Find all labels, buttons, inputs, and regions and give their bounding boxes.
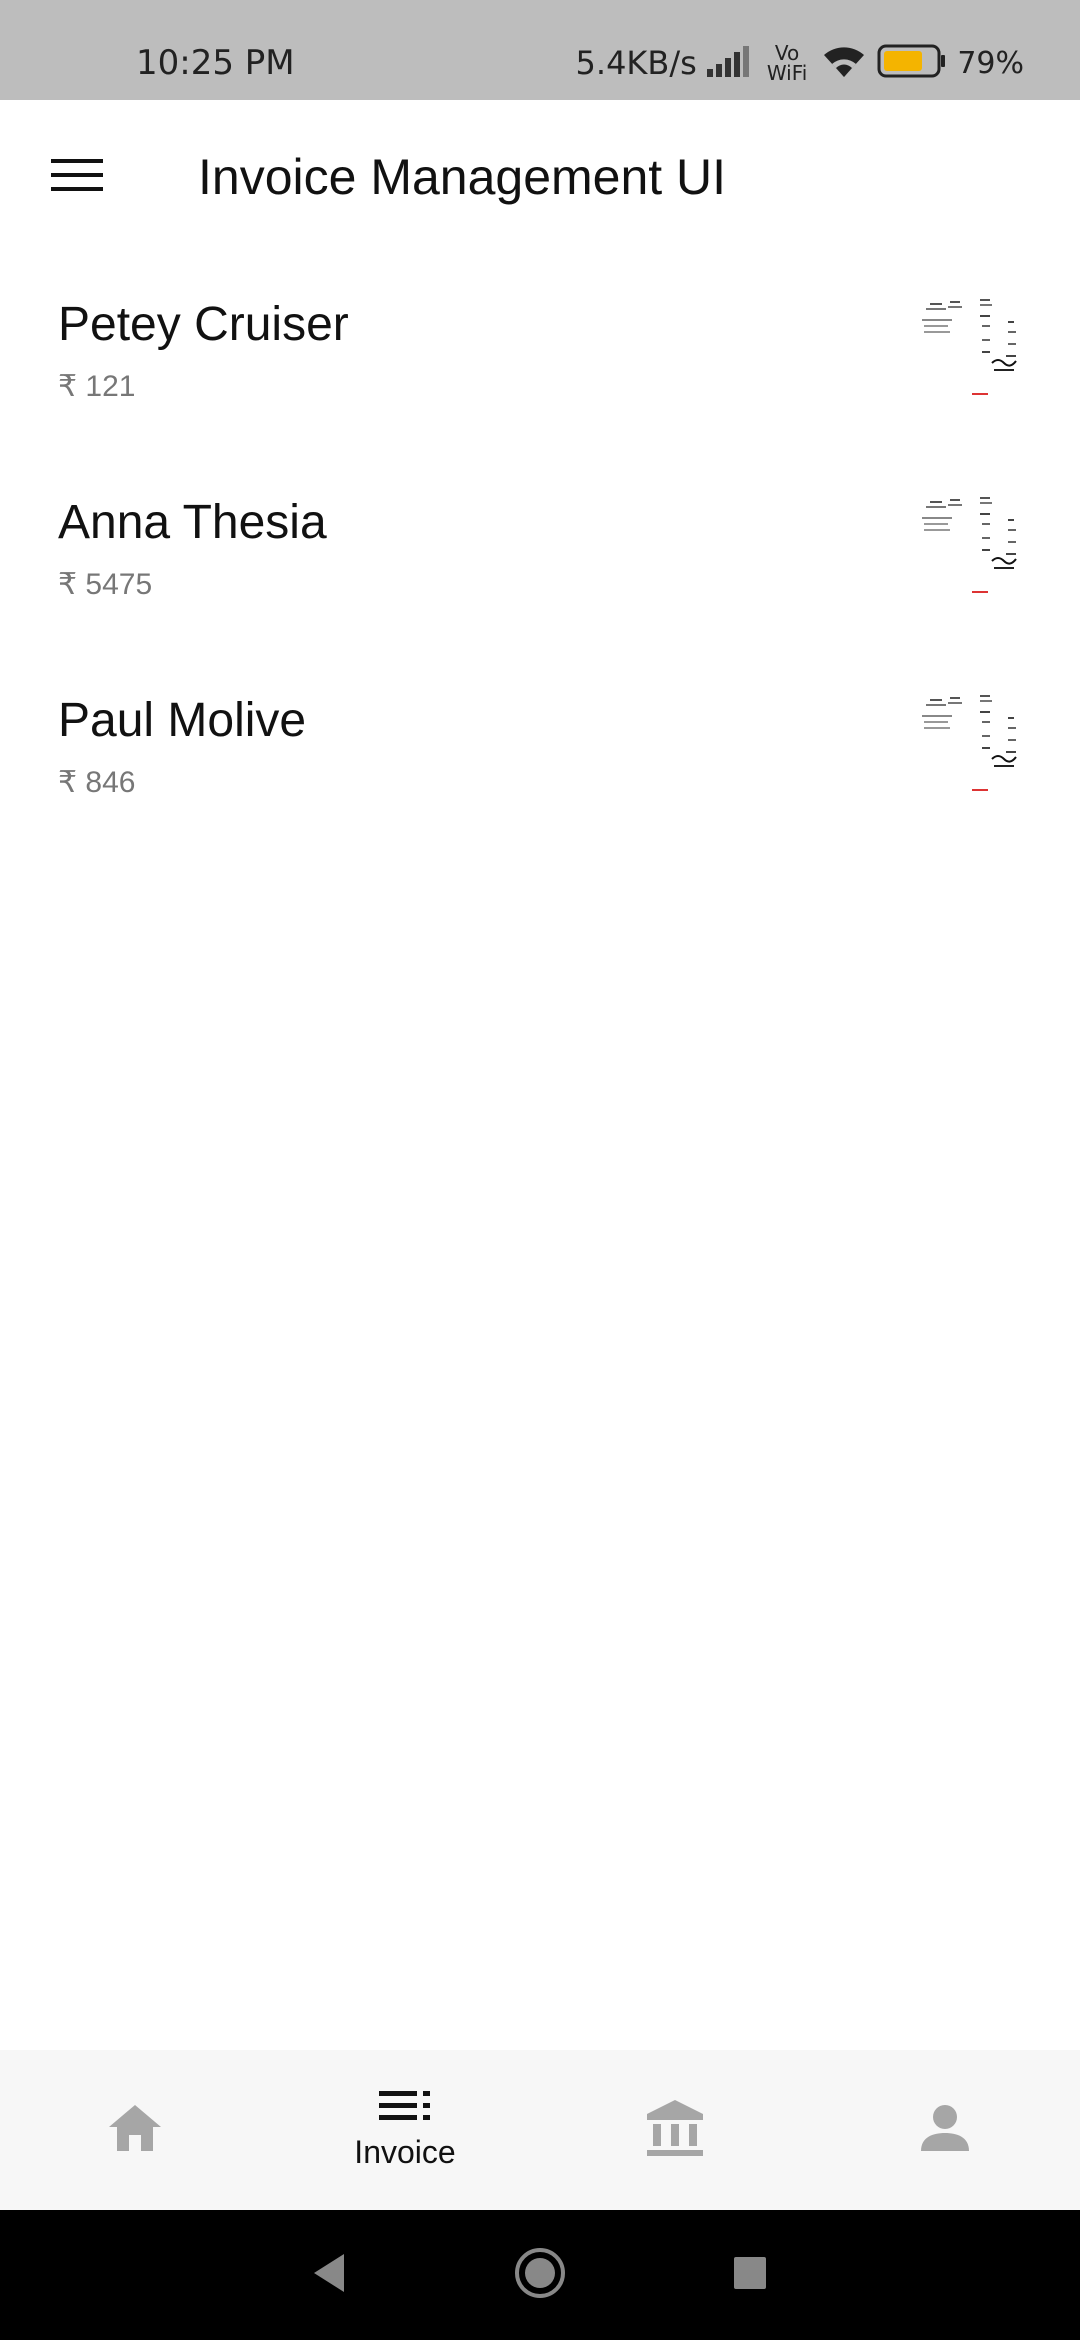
battery-percent: 79% [957,45,1024,81]
invoice-customer-name: Paul Molive [58,694,307,747]
bank-icon [645,2098,705,2163]
invoice-thumbnail[interactable] [922,691,1018,801]
person-icon [919,2103,971,2158]
home-circle-icon [513,2246,567,2305]
invoice-amount: ₹ 121 [58,370,136,403]
status-bar: 10:25 PM 5.4KB/s Vo WiFi 79% [0,0,1080,100]
invoice-thumbnail[interactable] [922,493,1018,603]
recents-square-icon [732,2255,768,2296]
network-speed: 5.4KB/s [575,44,697,82]
invoice-thumbnail[interactable] [922,295,1018,405]
nav-label-invoice: Invoice [354,2134,456,2170]
invoice-amount: ₹ 846 [58,766,136,799]
system-back-button[interactable] [300,2245,360,2305]
menu-button[interactable] [40,144,114,210]
invoice-list: Petey Cruiser ₹ 121 Anna Thesia ₹ 5475 P… [0,255,1080,849]
vowifi-top: Vo [774,41,800,65]
system-recents-button[interactable] [720,2245,780,2305]
nav-item-home[interactable] [0,2050,270,2210]
nav-item-profile[interactable] [810,2050,1080,2210]
battery-icon [877,44,947,82]
home-icon [107,2103,163,2158]
back-triangle-icon [310,2252,350,2299]
vowifi-bottom: WiFi [766,61,808,85]
invoice-list-item[interactable]: Petey Cruiser ₹ 121 [0,255,1080,453]
system-home-button[interactable] [510,2245,570,2305]
hamburger-menu-icon [51,157,103,198]
invoice-list-item[interactable]: Paul Molive ₹ 846 [0,651,1080,849]
invoice-customer-name: Anna Thesia [58,496,327,549]
wifi-icon [821,43,867,83]
invoice-customer-name: Petey Cruiser [58,298,349,351]
nav-item-invoice[interactable]: Invoice [270,2050,540,2210]
nav-item-bank[interactable] [540,2050,810,2210]
system-navigation-bar [0,2210,1080,2340]
list-icon [379,2089,431,2128]
invoice-list-item[interactable]: Anna Thesia ₹ 5475 [0,453,1080,651]
status-time: 10:25 PM [136,43,295,83]
vowifi-icon: Vo WiFi [767,43,808,83]
app-bar: Invoice Management UI [0,100,1080,255]
signal-icon [706,45,753,81]
page-title: Invoice Management UI [198,149,727,205]
bottom-navigation: Invoice [0,2050,1080,2210]
invoice-amount: ₹ 5475 [58,568,153,601]
